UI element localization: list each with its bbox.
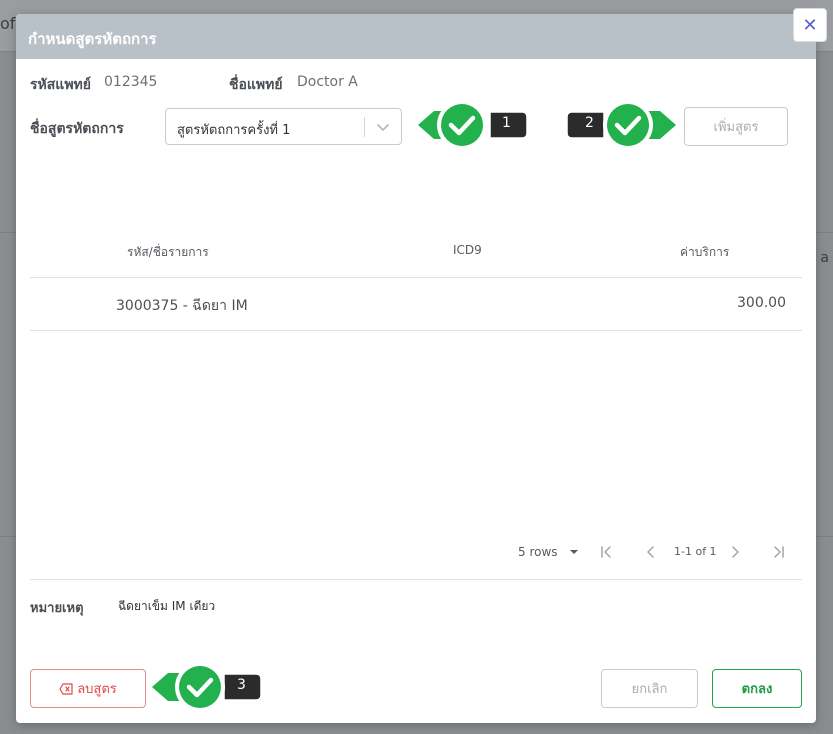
first-page-icon[interactable] (598, 544, 614, 560)
modal-title: กำหนดสูตรหัตถการ (28, 30, 157, 48)
add-formula-button-label: เพิ่มสูตร (713, 120, 759, 135)
step-1-annotation: 1 (416, 96, 528, 154)
formula-select-value: สูตรหัตถการครั้งที่ 1 (177, 123, 291, 138)
ok-button-label: ตกลง (741, 682, 773, 697)
page-range: 1-1 of 1 (674, 545, 717, 558)
column-header-icd9: ICD9 (453, 243, 482, 257)
add-formula-button[interactable]: เพิ่มสูตร (684, 107, 788, 146)
table-header: รหัส/ชื่อรายการ ICD9 ค่าบริการ (30, 232, 802, 278)
chevron-right-icon[interactable] (727, 544, 743, 560)
backspace-icon (59, 682, 73, 695)
step-2-graphic (566, 100, 676, 150)
delete-formula-label: ลบสูตร (77, 682, 117, 697)
doctor-code-value: 012345 (104, 74, 158, 90)
step-1-number: 1 (502, 115, 511, 131)
modal-header: กำหนดสูตรหัตถการ (16, 14, 816, 59)
formula-name-label: ชื่อสูตรหัตถการ (30, 121, 124, 137)
close-icon: ✕ (802, 14, 818, 36)
cancel-button-label: ยกเลิก (631, 682, 668, 697)
step-2-annotation: 2 (566, 96, 678, 154)
table-row[interactable]: 3000375 - ฉีดยา IM 300.00 (30, 278, 802, 331)
step-1-graphic (418, 100, 528, 150)
select-divider (364, 117, 365, 137)
cancel-button[interactable]: ยกเลิก (601, 669, 698, 708)
background-side-text: a (820, 250, 829, 266)
cell-price: 300.00 (737, 295, 786, 311)
doctor-code-label: รหัสแพทย์ (30, 77, 91, 93)
step-2-number: 2 (585, 115, 594, 131)
step-3-annotation: 3 (150, 658, 262, 716)
note-divider (30, 579, 802, 580)
last-page-icon[interactable] (771, 544, 787, 560)
column-header-item: รหัส/ชื่อรายการ (127, 245, 209, 259)
doctor-name-value: Doctor A (297, 74, 358, 90)
chevron-left-icon[interactable] (643, 544, 659, 560)
note-value: ฉีดยาเข็ม IM เดียว (118, 599, 216, 613)
step-3-number: 3 (237, 677, 246, 693)
doctor-name-label: ชื่อแพทย์ (229, 77, 283, 93)
note-label: หมายเหตุ (30, 601, 84, 616)
ok-button[interactable]: ตกลง (712, 669, 802, 708)
rows-per-page-select[interactable]: 5 rows (518, 545, 558, 559)
formula-select[interactable]: สูตรหัตถการครั้งที่ 1 (165, 108, 402, 145)
chevron-down-icon[interactable] (374, 118, 392, 136)
background-top-text: of (0, 14, 16, 33)
close-button[interactable]: ✕ (793, 8, 827, 42)
column-header-price: ค่าบริการ (680, 245, 730, 259)
caret-down-icon[interactable] (566, 544, 582, 560)
cell-item: 3000375 - ฉีดยา IM (116, 298, 248, 314)
delete-formula-button[interactable]: ลบสูตร (30, 669, 146, 708)
